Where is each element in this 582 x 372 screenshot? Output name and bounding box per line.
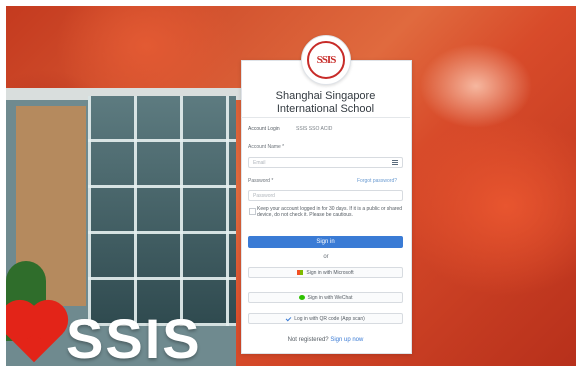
account-login-label: Account Login — [248, 126, 280, 132]
microsoft-signin-button[interactable]: Sign in with Microsoft — [248, 267, 403, 278]
or-separator: or — [323, 254, 329, 260]
remember-checkbox[interactable] — [249, 208, 256, 215]
wechat-signin-label: Sign in with WeChat — [307, 295, 353, 301]
card-divider — [241, 117, 410, 118]
id-card-icon — [392, 160, 398, 165]
building-windows — [88, 96, 236, 326]
account-login-method[interactable]: SSIS SSO ACID — [296, 126, 332, 132]
school-logo: SSIS — [301, 35, 351, 85]
microsoft-signin-label: Sign in with Microsoft — [306, 270, 354, 276]
username-input[interactable]: Email — [248, 157, 403, 168]
qr-login-label: Log in with QR code (App scan) — [294, 316, 365, 322]
ssis-sign: SSIS — [66, 307, 202, 366]
qr-login-button[interactable]: Log in with QR code (App scan) — [248, 313, 403, 324]
logo-text: SSIS — [316, 54, 337, 66]
username-label: Account Name * — [248, 144, 285, 150]
password-label: Password * — [248, 178, 274, 184]
remember-me-text: Keep your account logged in for 30 days.… — [257, 206, 403, 218]
logo-emblem: SSIS — [307, 41, 345, 79]
check-icon — [285, 315, 292, 322]
microsoft-icon — [297, 270, 304, 276]
sign-in-button[interactable]: Sign in — [248, 236, 403, 248]
signup-prompt-text: Not registered? — [287, 337, 329, 343]
wechat-icon — [298, 295, 305, 301]
signup-prompt: Not registered? Sign up now — [248, 337, 403, 343]
school-name: Shanghai Singapore International School — [275, 90, 376, 115]
forgot-password-link[interactable]: Forgot password? — [357, 178, 397, 184]
password-input[interactable]: Password — [248, 190, 403, 201]
signup-link[interactable]: Sign up now — [330, 337, 363, 343]
wechat-signin-button[interactable]: Sign in with WeChat — [248, 292, 403, 303]
